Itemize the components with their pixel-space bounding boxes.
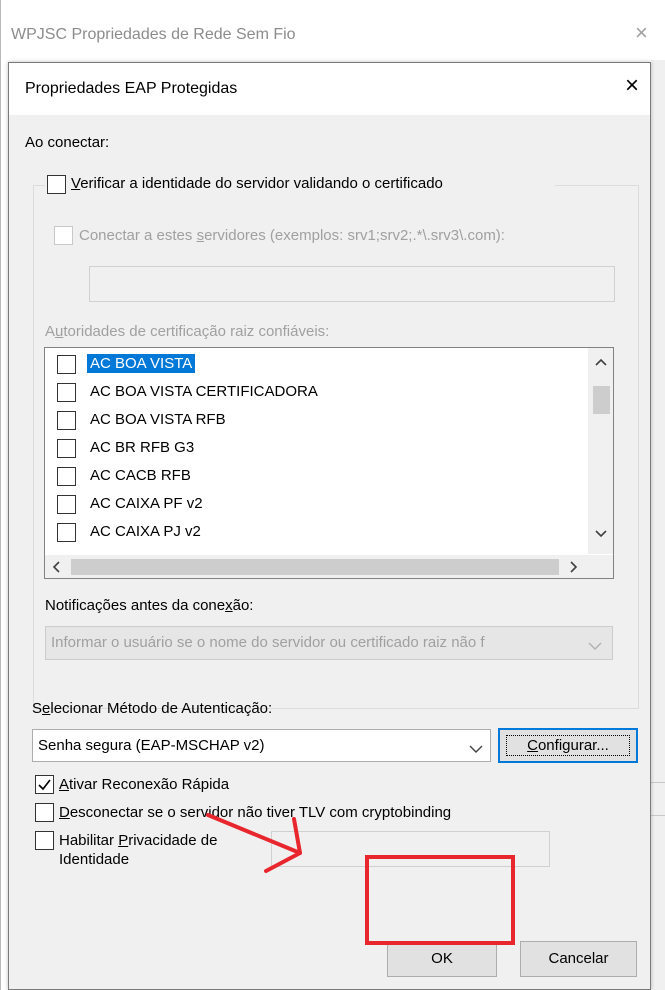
- checkmark-icon: [38, 779, 51, 791]
- horizontal-scrollbar[interactable]: [45, 555, 588, 578]
- list-item[interactable]: AC CAIXA PJ v2: [45, 519, 585, 547]
- outer-window-body: [651, 60, 665, 990]
- ca-checkbox[interactable]: [57, 411, 76, 430]
- configure-button-label: Configurar...: [506, 735, 630, 756]
- ca-checkbox[interactable]: [57, 495, 76, 514]
- cancel-button[interactable]: Cancelar: [520, 941, 637, 977]
- identity-privacy-label-line1: Habilitar Privacidade de: [59, 832, 218, 849]
- scroll-up-icon[interactable]: [595, 354, 607, 369]
- fast-reconnect-label: Ativar Reconexão Rápida: [59, 776, 230, 793]
- scroll-left-icon[interactable]: [52, 561, 60, 576]
- highlight-box: [365, 855, 515, 945]
- dialog-titlebar: Propriedades EAP Protegidas ×: [9, 63, 650, 115]
- outer-window-title: WPJSC Propriedades de Rede Sem Fio: [11, 26, 296, 43]
- chevron-down-icon: [469, 741, 483, 758]
- fast-reconnect-option[interactable]: Ativar Reconexão Rápida: [33, 773, 353, 797]
- fast-reconnect-checkbox[interactable]: [35, 775, 54, 794]
- identity-privacy-checkbox[interactable]: [35, 831, 54, 850]
- notifications-value: Informar o usuário se o nome do servidor…: [51, 634, 485, 651]
- ca-label: AC BOA VISTA CERTIFICADORA: [90, 383, 318, 400]
- ca-checkbox[interactable]: [57, 523, 76, 542]
- ca-label: AC CAIXA PJ v2: [90, 523, 201, 540]
- verify-server-label: Verificar a identidade do servidor valid…: [71, 175, 443, 192]
- notifications-select[interactable]: Informar o usuário se o nome do servidor…: [45, 626, 613, 660]
- auth-method-label: Selecionar Método de Autenticação:: [32, 700, 273, 717]
- ok-button[interactable]: OK: [387, 941, 497, 977]
- verify-server-option[interactable]: Verificar a identidade do servidor valid…: [45, 171, 555, 197]
- ca-checkbox[interactable]: [57, 383, 76, 402]
- list-item[interactable]: AC BOA VISTA CERTIFICADORA: [45, 379, 585, 407]
- ca-checkbox[interactable]: [57, 467, 76, 486]
- notifications-label: Notificações antes da conexão:: [45, 597, 254, 614]
- scroll-down-icon[interactable]: [595, 526, 607, 541]
- vertical-scroll-thumb[interactable]: [593, 386, 610, 414]
- configure-button[interactable]: Configurar...: [498, 728, 638, 763]
- arrow-annotation-icon: [206, 813, 302, 873]
- auth-method-select[interactable]: Senha segura (EAP-MSCHAP v2): [32, 729, 491, 762]
- on-connect-label: Ao conectar:: [25, 134, 110, 151]
- ca-label: AC BR RFB G3: [90, 439, 195, 456]
- close-icon[interactable]: ×: [617, 70, 647, 102]
- vertical-scrollbar[interactable]: [588, 348, 613, 554]
- list-item[interactable]: AC CACB RFB: [45, 463, 585, 491]
- servers-input[interactable]: [89, 266, 615, 302]
- outer-close-icon[interactable]: ×: [635, 20, 648, 46]
- ca-label: AC CACB RFB: [90, 467, 191, 484]
- scroll-corner: [588, 555, 613, 578]
- ca-label: AC BOA VISTA: [87, 354, 196, 373]
- peap-properties-dialog: Propriedades EAP Protegidas × Ao conecta…: [8, 62, 651, 990]
- disconnect-tlv-checkbox[interactable]: [35, 803, 54, 822]
- ca-checkbox[interactable]: [57, 355, 76, 374]
- list-item[interactable]: AC BOA VISTA RFB: [45, 407, 585, 435]
- verify-server-checkbox[interactable]: [47, 175, 66, 194]
- connect-servers-checkbox[interactable]: [54, 226, 73, 245]
- list-item[interactable]: AC BR RFB G3: [45, 435, 585, 463]
- identity-privacy-label-line2: Identidade: [59, 851, 130, 868]
- trusted-ca-label: Autoridades de certificação raiz confiáv…: [45, 323, 330, 340]
- ca-label: AC CAIXA PF v2: [90, 495, 203, 512]
- auth-method-value: Senha segura (EAP-MSCHAP v2): [38, 737, 265, 754]
- list-item[interactable]: AC BOA VISTA: [45, 351, 585, 379]
- ca-checkbox[interactable]: [57, 439, 76, 458]
- horizontal-scroll-thumb[interactable]: [71, 559, 559, 575]
- trusted-ca-list[interactable]: AC BOA VISTA AC BOA VISTA CERTIFICADORA …: [44, 347, 614, 579]
- connect-servers-label: Conectar a estes servidores (exemplos: s…: [79, 227, 505, 244]
- ca-label: AC BOA VISTA RFB: [90, 411, 226, 428]
- scroll-right-icon[interactable]: [570, 561, 578, 576]
- chevron-down-icon: [588, 638, 602, 655]
- dialog-title: Propriedades EAP Protegidas: [25, 80, 238, 97]
- list-item[interactable]: AC CAIXA PF v2: [45, 491, 585, 519]
